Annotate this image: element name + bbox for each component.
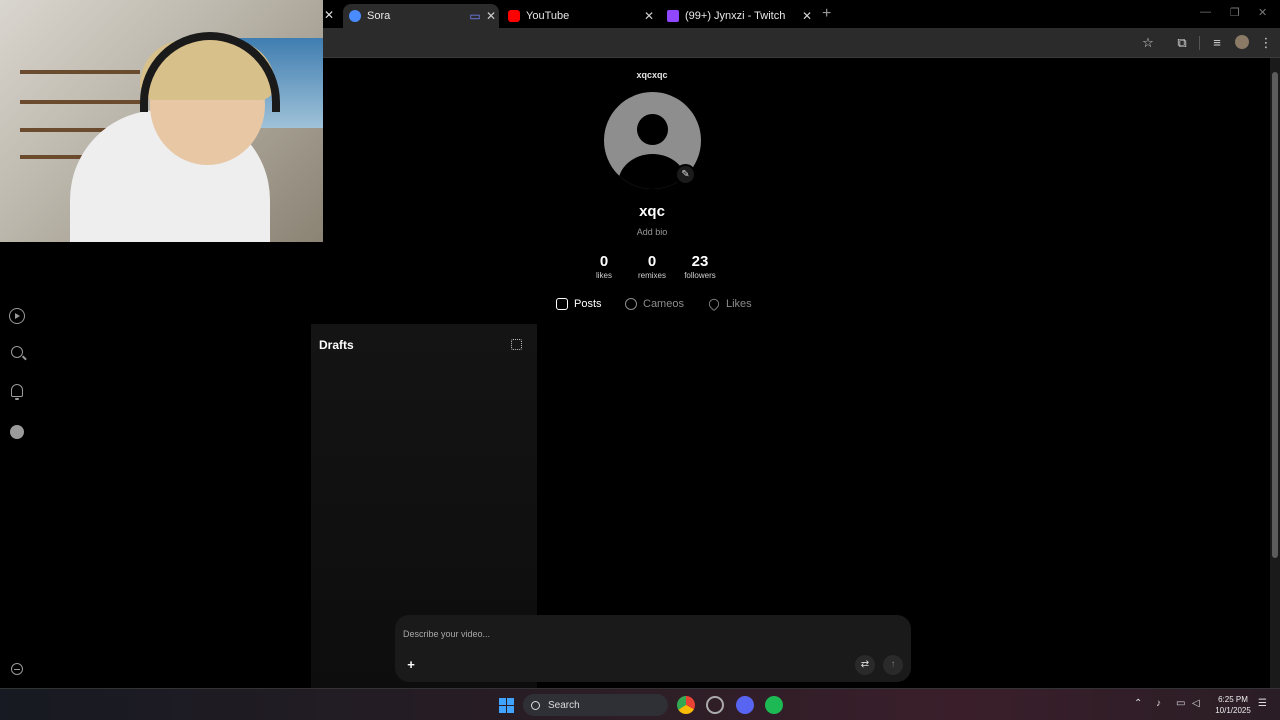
clock-date: 10/1/2025 [1215,706,1251,715]
picture-in-picture-icon[interactable]: ▭ [467,9,483,23]
tray-overflow-chevron-icon[interactable]: ⌃ [1134,698,1142,709]
volume-icon[interactable]: ◁ [1192,698,1200,709]
home-feed-icon[interactable] [9,308,25,324]
prompt-composer: + ⇄ ↑ [395,615,911,682]
tab-title: YouTube [526,10,570,22]
stat-value: 23 [691,253,709,270]
stat-label: remixes [637,271,666,280]
describe-video-input[interactable] [403,625,883,643]
stat-value: 0 [599,253,609,270]
close-icon[interactable]: ✕ [324,8,334,22]
close-icon[interactable]: ✕ [799,9,815,23]
settings-sliders-icon[interactable]: ⇄ [855,655,875,675]
maximize-icon[interactable]: ❐ [1230,6,1240,19]
youtube-favicon-icon [508,10,520,22]
stat-likes: 0 likes [579,253,629,280]
taskbar-search-label: Search [548,699,580,711]
heart-icon [706,296,722,312]
drafts-title: Drafts [319,338,354,352]
window-close-icon[interactable]: ✕ [1258,6,1267,19]
taskbar-search[interactable]: Search [523,694,668,716]
tab-label: Posts [574,298,602,310]
tab-youtube[interactable]: YouTube ✕ [502,4,657,28]
webcam-shelf [20,70,140,74]
profile-username: xqcxqc [636,70,668,80]
clock-time: 6:25 PM [1218,695,1248,704]
tab-twitch[interactable]: (99+) Jynxzi - Twitch ✕ [661,4,815,28]
twitch-favicon-icon [667,10,679,22]
profile-display-name: xqc [639,203,665,220]
close-icon[interactable]: ✕ [483,9,499,23]
tab-label: Likes [726,298,752,310]
send-arrow-icon[interactable]: ↑ [883,655,903,675]
page-scrollbar[interactable] [1270,58,1280,688]
settings-menu-icon[interactable] [11,663,23,675]
stat-followers[interactable]: 23 followers [675,253,725,280]
os-taskbar: Search ⌃ ♪ ▭ ◁ 6:25 PM 10/1/2025 ☰ [0,688,1280,720]
taskbar-clock[interactable]: 6:25 PM 10/1/2025 [1210,694,1256,716]
webcam-overlay [0,0,323,242]
tab-posts[interactable]: Posts [556,296,602,312]
notifications-bell-icon[interactable] [11,384,23,400]
avatar-silhouette-head [637,114,668,145]
search-icon[interactable] [11,346,23,358]
media-control-icon[interactable]: ≡ [1208,34,1226,52]
close-icon[interactable]: ✕ [641,9,657,23]
windows-start-icon[interactable] [499,698,514,713]
cameos-person-icon [625,298,637,310]
tab-sora[interactable]: Sora ▭ ✕ [343,4,499,28]
browser-toolbar: ☆ ⧉ ≡ ⋮ [323,28,1280,58]
tab-title: Sora [367,10,391,22]
browser-profile-avatar[interactable] [1235,35,1249,49]
tab-cameos[interactable]: Cameos [625,296,684,312]
chrome-app-icon[interactable] [677,696,695,714]
stat-value: 0 [647,253,657,270]
new-tab-button[interactable]: + [822,5,831,23]
steam-app-icon[interactable] [706,696,724,714]
minimize-icon[interactable]: — [1200,6,1211,18]
drafts-expand-icon[interactable] [511,339,522,350]
notification-center-icon[interactable]: ☰ [1258,698,1267,709]
webcam-shelf [20,100,140,104]
add-media-plus-icon[interactable]: + [401,655,421,675]
search-icon [531,700,540,710]
stat-label: followers [684,271,716,280]
tab-label: Cameos [643,298,684,310]
discord-app-icon[interactable] [736,696,754,714]
tab-title: (99+) Jynxzi - Twitch [685,10,786,22]
sora-favicon-icon [349,10,361,22]
posts-play-icon [556,298,568,310]
scrollbar-thumb[interactable] [1272,72,1278,558]
profile-avatar-icon[interactable] [10,425,24,439]
more-menu-icon[interactable]: ⋮ [1257,34,1275,52]
stat-remixes: 0 remixes [627,253,677,280]
stat-label: likes [595,271,612,280]
bookmark-star-icon[interactable]: ☆ [1139,34,1157,52]
extensions-icon[interactable]: ⧉ [1173,34,1191,52]
add-bio-link[interactable]: Add bio [552,227,752,237]
spotify-app-icon[interactable] [765,696,783,714]
tab-likes[interactable]: Likes [706,296,752,312]
toolbar-divider [1199,36,1200,50]
microphone-icon[interactable]: ♪ [1156,698,1161,709]
network-icon[interactable]: ▭ [1176,698,1185,709]
edit-avatar-pencil-icon[interactable]: ✎ [675,164,696,185]
